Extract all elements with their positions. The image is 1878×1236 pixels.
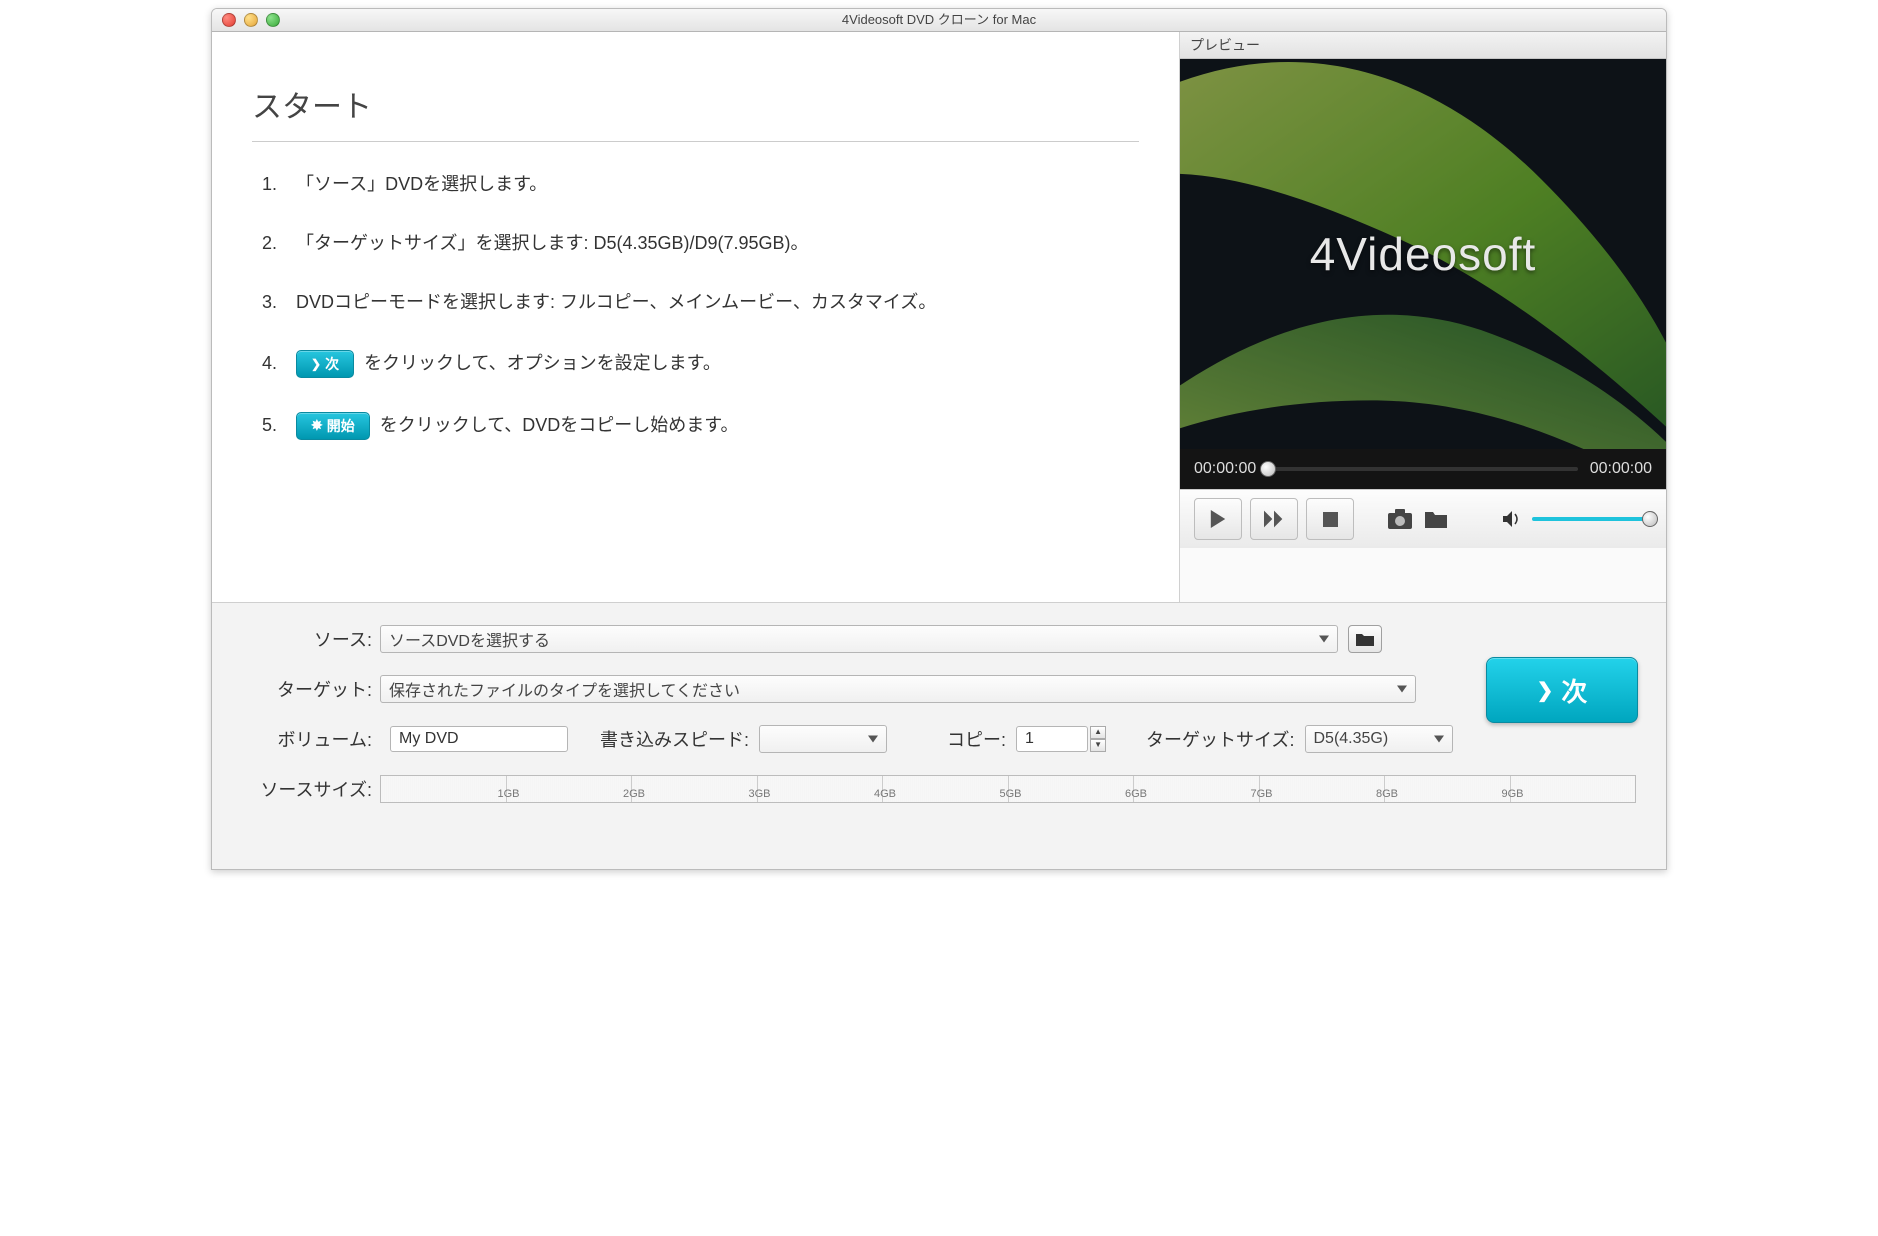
target-size-label: ターゲットサイズ: <box>1146 726 1294 752</box>
folder-icon <box>1355 631 1375 647</box>
copies-input[interactable] <box>1016 726 1088 752</box>
open-folder-button[interactable] <box>1422 505 1450 533</box>
chevron-right-icon: ❯ <box>311 357 321 371</box>
app-window: 4Videosoft DVD クローン for Mac スタート 1. 「ソース… <box>211 8 1667 870</box>
copies-step-down[interactable]: ▼ <box>1090 739 1106 752</box>
start-heading: スタート <box>252 82 1139 126</box>
step-number: 4. <box>262 353 296 374</box>
source-select[interactable]: ソースDVDを選択する <box>380 625 1338 653</box>
source-label: ソース: <box>242 626 380 652</box>
write-speed-label: 書き込みスピード: <box>600 726 749 752</box>
target-size-select[interactable]: D5(4.35G) <box>1305 725 1453 753</box>
step-text: 「ソース」DVDを選択します。 <box>296 172 547 197</box>
player-controls <box>1180 489 1666 548</box>
next-button[interactable]: ❯ 次 <box>1486 657 1638 723</box>
volume-control <box>1502 510 1652 528</box>
stop-icon <box>1323 512 1338 527</box>
step-item: 3. DVDコピーモードを選択します: フルコピー、メインムービー、カスタマイズ… <box>262 290 1139 315</box>
browse-source-button[interactable] <box>1348 625 1382 653</box>
chevron-right-icon: ❯ <box>1537 678 1554 703</box>
fast-forward-button[interactable] <box>1250 498 1298 540</box>
step-item: 1. 「ソース」DVDを選択します。 <box>262 172 1139 197</box>
scrub-knob[interactable] <box>1260 461 1276 477</box>
copies-label: コピー: <box>947 726 1006 752</box>
next-button-label: 次 <box>1561 672 1587 709</box>
step-item: 5. ✸ 開始 をクリックして、DVDをコピーし始めます。 <box>262 412 1139 440</box>
mini-button-label: 開始 <box>327 416 355 436</box>
source-size-row: ソースサイズ: 1GB 2GB 3GB 4GB 5GB 6GB 7GB 8GB … <box>242 775 1636 803</box>
minimize-icon[interactable] <box>244 13 258 27</box>
step-number: 1. <box>262 174 296 195</box>
scrub-track[interactable] <box>1268 467 1577 471</box>
source-select-value: ソースDVDを選択する <box>389 627 550 651</box>
start-mini-button[interactable]: ✸ 開始 <box>296 412 370 440</box>
step-item: 4. ❯ 次 をクリックして、オプションを設定します。 <box>262 350 1139 378</box>
size-ticks: 1GB 2GB 3GB 4GB 5GB 6GB 7GB 8GB 9GB <box>381 776 1635 802</box>
start-pane: スタート 1. 「ソース」DVDを選択します。 2. 「ターゲットサイズ」を選択… <box>212 32 1179 602</box>
preview-pane: プレビュー 4Videosoft <box>1179 32 1666 602</box>
source-size-meter: 1GB 2GB 3GB 4GB 5GB 6GB 7GB 8GB 9GB <box>380 775 1636 803</box>
volume-knob[interactable] <box>1642 511 1658 527</box>
volume-input[interactable] <box>390 726 568 752</box>
copies-step-up[interactable]: ▲ <box>1090 726 1106 739</box>
target-select-value: 保存されたファイルのタイプを選択してください <box>389 677 740 701</box>
scrub-bar: 00:00:00 00:00:00 <box>1180 449 1666 489</box>
step-number: 3. <box>262 292 296 313</box>
zoom-icon[interactable] <box>266 13 280 27</box>
target-label: ターゲット: <box>242 676 380 702</box>
divider <box>252 141 1139 142</box>
target-select[interactable]: 保存されたファイルのタイプを選択してください <box>380 675 1416 703</box>
stop-button[interactable] <box>1306 498 1354 540</box>
step-number: 2. <box>262 233 296 254</box>
volume-slider[interactable] <box>1532 517 1652 521</box>
folder-icon <box>1423 508 1449 530</box>
copies-spinner: ▲ ▼ <box>1016 726 1106 752</box>
volume-icon <box>1502 510 1524 528</box>
time-total: 00:00:00 <box>1590 460 1652 478</box>
source-size-label: ソースサイズ: <box>242 776 380 802</box>
preview-viewport: 4Videosoft <box>1180 59 1666 449</box>
play-icon <box>1209 510 1227 528</box>
step-number: 5. <box>262 415 296 436</box>
snapshot-button[interactable] <box>1386 505 1414 533</box>
step-text: をクリックして、DVDをコピーし始めます。 <box>380 413 739 438</box>
flame-icon: ✸ <box>311 417 323 434</box>
window-title: 4Videosoft DVD クローン for Mac <box>212 9 1666 31</box>
camera-icon <box>1387 508 1413 530</box>
step-text: をクリックして、オプションを設定します。 <box>364 351 721 376</box>
next-mini-button[interactable]: ❯ 次 <box>296 350 354 378</box>
step-text: 「ターゲットサイズ」を選択します: D5(4.35GB)/D9(7.95GB)。 <box>296 231 809 256</box>
step-text: DVDコピーモードを選択します: フルコピー、メインムービー、カスタマイズ。 <box>296 290 936 315</box>
close-icon[interactable] <box>222 13 236 27</box>
fast-forward-icon <box>1264 510 1284 528</box>
target-size-value: D5(4.35G) <box>1314 730 1389 748</box>
mini-button-label: 次 <box>325 354 339 374</box>
preview-brand-text: 4Videosoft <box>1310 227 1537 281</box>
window-controls <box>212 13 280 27</box>
preview-header: プレビュー <box>1180 32 1666 59</box>
play-button[interactable] <box>1194 498 1242 540</box>
step-item: 2. 「ターゲットサイズ」を選択します: D5(4.35GB)/D9(7.95G… <box>262 231 1139 256</box>
volume-label: ボリューム: <box>242 726 380 752</box>
time-current: 00:00:00 <box>1194 460 1256 478</box>
write-speed-select[interactable] <box>759 725 887 753</box>
target-row: ターゲット: 保存されたファイルのタイプを選択してください <box>242 675 1636 703</box>
source-row: ソース: ソースDVDを選択する <box>242 625 1636 653</box>
titlebar: 4Videosoft DVD クローン for Mac <box>212 9 1666 32</box>
options-row: ボリューム: 書き込みスピード: コピー: ▲ ▼ ターゲットサイズ: D5(4… <box>242 725 1636 753</box>
step-list: 1. 「ソース」DVDを選択します。 2. 「ターゲットサイズ」を選択します: … <box>262 172 1139 440</box>
options-pane: ソース: ソースDVDを選択する ターゲット: 保存されたファイルのタイプを選択… <box>212 602 1666 870</box>
